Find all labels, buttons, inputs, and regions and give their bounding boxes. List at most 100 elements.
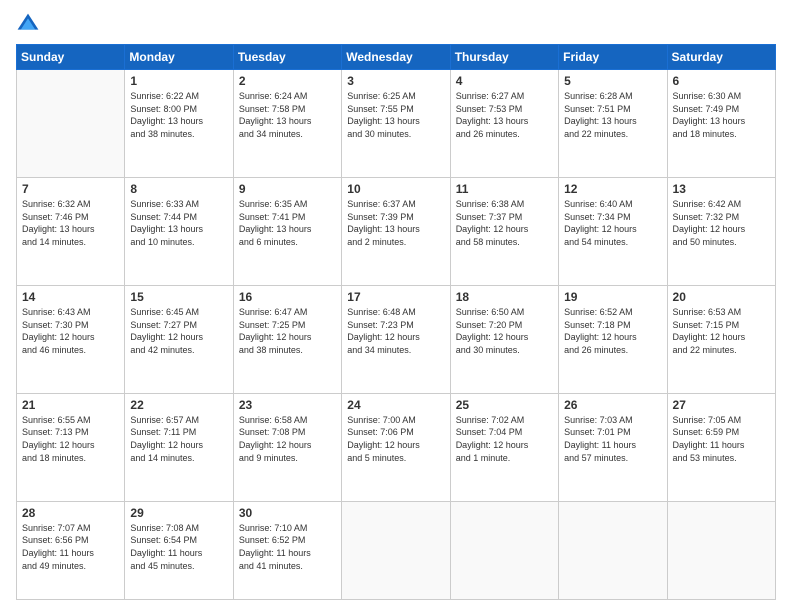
- calendar-cell: [342, 501, 450, 599]
- calendar-cell: 15Sunrise: 6:45 AMSunset: 7:27 PMDayligh…: [125, 285, 233, 393]
- weekday-header-monday: Monday: [125, 45, 233, 70]
- day-number: 24: [347, 398, 444, 412]
- daylight-text: Daylight: 12 hours: [456, 439, 553, 452]
- calendar-cell: 26Sunrise: 7:03 AMSunset: 7:01 PMDayligh…: [559, 393, 667, 501]
- weekday-header-row: SundayMondayTuesdayWednesdayThursdayFrid…: [17, 45, 776, 70]
- daylight-text: Daylight: 12 hours: [673, 331, 770, 344]
- calendar-table: SundayMondayTuesdayWednesdayThursdayFrid…: [16, 44, 776, 600]
- daylight-text: Daylight: 12 hours: [456, 331, 553, 344]
- daylight-text: and 18 minutes.: [673, 128, 770, 141]
- day-number: 4: [456, 74, 553, 88]
- sunset-text: Sunset: 7:20 PM: [456, 319, 553, 332]
- daylight-text: Daylight: 13 hours: [564, 115, 661, 128]
- calendar-cell: 21Sunrise: 6:55 AMSunset: 7:13 PMDayligh…: [17, 393, 125, 501]
- daylight-text: Daylight: 12 hours: [239, 439, 336, 452]
- daylight-text: Daylight: 12 hours: [673, 223, 770, 236]
- sunset-text: Sunset: 7:23 PM: [347, 319, 444, 332]
- logo: [16, 12, 44, 36]
- sunset-text: Sunset: 7:18 PM: [564, 319, 661, 332]
- daylight-text: and 30 minutes.: [456, 344, 553, 357]
- sunrise-text: Sunrise: 7:03 AM: [564, 414, 661, 427]
- sunrise-text: Sunrise: 7:02 AM: [456, 414, 553, 427]
- sunrise-text: Sunrise: 7:00 AM: [347, 414, 444, 427]
- sunset-text: Sunset: 7:37 PM: [456, 211, 553, 224]
- calendar-cell: 29Sunrise: 7:08 AMSunset: 6:54 PMDayligh…: [125, 501, 233, 599]
- calendar-cell: 6Sunrise: 6:30 AMSunset: 7:49 PMDaylight…: [667, 70, 775, 178]
- weekday-header-tuesday: Tuesday: [233, 45, 341, 70]
- day-number: 1: [130, 74, 227, 88]
- day-number: 8: [130, 182, 227, 196]
- daylight-text: and 30 minutes.: [347, 128, 444, 141]
- day-number: 29: [130, 506, 227, 520]
- calendar-cell: 8Sunrise: 6:33 AMSunset: 7:44 PMDaylight…: [125, 177, 233, 285]
- daylight-text: Daylight: 12 hours: [22, 439, 119, 452]
- day-number: 20: [673, 290, 770, 304]
- weekday-header-wednesday: Wednesday: [342, 45, 450, 70]
- week-row-1: 1Sunrise: 6:22 AMSunset: 8:00 PMDaylight…: [17, 70, 776, 178]
- calendar-cell: 9Sunrise: 6:35 AMSunset: 7:41 PMDaylight…: [233, 177, 341, 285]
- calendar-cell: 16Sunrise: 6:47 AMSunset: 7:25 PMDayligh…: [233, 285, 341, 393]
- daylight-text: Daylight: 13 hours: [347, 223, 444, 236]
- calendar-cell: 7Sunrise: 6:32 AMSunset: 7:46 PMDaylight…: [17, 177, 125, 285]
- sunset-text: Sunset: 7:15 PM: [673, 319, 770, 332]
- daylight-text: and 46 minutes.: [22, 344, 119, 357]
- sunrise-text: Sunrise: 6:50 AM: [456, 306, 553, 319]
- week-row-3: 14Sunrise: 6:43 AMSunset: 7:30 PMDayligh…: [17, 285, 776, 393]
- daylight-text: Daylight: 13 hours: [673, 115, 770, 128]
- sunset-text: Sunset: 7:46 PM: [22, 211, 119, 224]
- sunrise-text: Sunrise: 6:58 AM: [239, 414, 336, 427]
- calendar-cell: 18Sunrise: 6:50 AMSunset: 7:20 PMDayligh…: [450, 285, 558, 393]
- sunrise-text: Sunrise: 6:22 AM: [130, 90, 227, 103]
- daylight-text: and 41 minutes.: [239, 560, 336, 573]
- daylight-text: Daylight: 12 hours: [564, 331, 661, 344]
- sunset-text: Sunset: 7:41 PM: [239, 211, 336, 224]
- sunrise-text: Sunrise: 6:27 AM: [456, 90, 553, 103]
- daylight-text: Daylight: 11 hours: [239, 547, 336, 560]
- header: [16, 12, 776, 36]
- daylight-text: and 49 minutes.: [22, 560, 119, 573]
- calendar-cell: 17Sunrise: 6:48 AMSunset: 7:23 PMDayligh…: [342, 285, 450, 393]
- day-number: 22: [130, 398, 227, 412]
- calendar-cell: 2Sunrise: 6:24 AMSunset: 7:58 PMDaylight…: [233, 70, 341, 178]
- sunrise-text: Sunrise: 7:05 AM: [673, 414, 770, 427]
- daylight-text: and 26 minutes.: [564, 344, 661, 357]
- day-number: 5: [564, 74, 661, 88]
- daylight-text: and 2 minutes.: [347, 236, 444, 249]
- sunrise-text: Sunrise: 6:32 AM: [22, 198, 119, 211]
- daylight-text: and 53 minutes.: [673, 452, 770, 465]
- sunrise-text: Sunrise: 6:55 AM: [22, 414, 119, 427]
- calendar-cell: 14Sunrise: 6:43 AMSunset: 7:30 PMDayligh…: [17, 285, 125, 393]
- day-number: 16: [239, 290, 336, 304]
- daylight-text: and 38 minutes.: [130, 128, 227, 141]
- calendar-cell: 30Sunrise: 7:10 AMSunset: 6:52 PMDayligh…: [233, 501, 341, 599]
- daylight-text: Daylight: 12 hours: [22, 331, 119, 344]
- sunset-text: Sunset: 6:54 PM: [130, 534, 227, 547]
- sunset-text: Sunset: 7:58 PM: [239, 103, 336, 116]
- day-number: 13: [673, 182, 770, 196]
- sunrise-text: Sunrise: 6:40 AM: [564, 198, 661, 211]
- daylight-text: Daylight: 12 hours: [456, 223, 553, 236]
- daylight-text: Daylight: 12 hours: [130, 331, 227, 344]
- weekday-header-friday: Friday: [559, 45, 667, 70]
- daylight-text: and 57 minutes.: [564, 452, 661, 465]
- sunset-text: Sunset: 7:04 PM: [456, 426, 553, 439]
- sunrise-text: Sunrise: 6:30 AM: [673, 90, 770, 103]
- calendar-cell: 4Sunrise: 6:27 AMSunset: 7:53 PMDaylight…: [450, 70, 558, 178]
- weekday-header-sunday: Sunday: [17, 45, 125, 70]
- daylight-text: and 14 minutes.: [130, 452, 227, 465]
- day-number: 15: [130, 290, 227, 304]
- daylight-text: and 9 minutes.: [239, 452, 336, 465]
- daylight-text: and 45 minutes.: [130, 560, 227, 573]
- sunset-text: Sunset: 6:59 PM: [673, 426, 770, 439]
- calendar-cell: 11Sunrise: 6:38 AMSunset: 7:37 PMDayligh…: [450, 177, 558, 285]
- sunset-text: Sunset: 7:44 PM: [130, 211, 227, 224]
- calendar-cell: 24Sunrise: 7:00 AMSunset: 7:06 PMDayligh…: [342, 393, 450, 501]
- sunset-text: Sunset: 7:27 PM: [130, 319, 227, 332]
- sunset-text: Sunset: 7:01 PM: [564, 426, 661, 439]
- sunset-text: Sunset: 7:51 PM: [564, 103, 661, 116]
- sunrise-text: Sunrise: 6:35 AM: [239, 198, 336, 211]
- sunset-text: Sunset: 7:06 PM: [347, 426, 444, 439]
- daylight-text: and 34 minutes.: [239, 128, 336, 141]
- calendar-cell: [17, 70, 125, 178]
- sunrise-text: Sunrise: 6:42 AM: [673, 198, 770, 211]
